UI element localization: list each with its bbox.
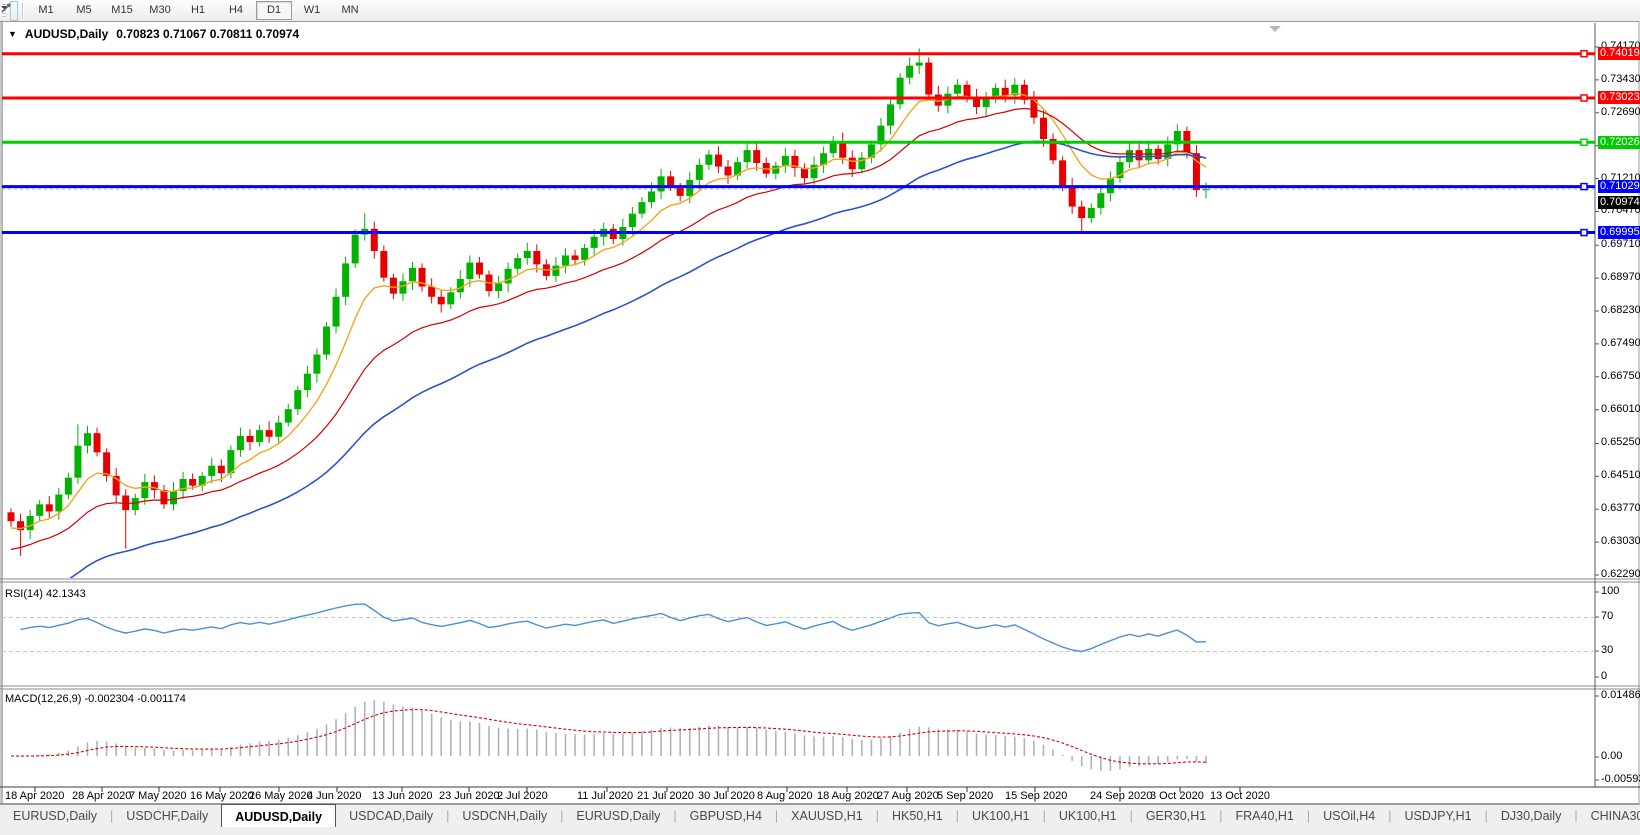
tab-HK50-H1[interactable]: HK50,H1 [879, 805, 956, 826]
rsi-axis-label: 100 [1601, 585, 1620, 597]
y-axis-label: 0.63770 [1601, 502, 1640, 515]
x-axis-date-label: 23 Jun 2020 [439, 790, 500, 802]
collapse-arrow-icon[interactable]: ▼ [8, 29, 17, 39]
timeframe-button-MN[interactable]: MN [332, 1, 368, 20]
x-axis-date-label: 18 Aug 2020 [817, 790, 879, 802]
timeframe-button-M1[interactable]: M1 [28, 1, 64, 20]
x-axis-date-label: 26 May 2020 [249, 790, 313, 802]
y-axis-label: 0.62290 [1601, 567, 1640, 580]
rsi-axis-label: 0 [1601, 670, 1608, 682]
timeframe-button-M5[interactable]: M5 [66, 1, 102, 20]
x-axis-date-label: 24 Sep 2020 [1090, 790, 1153, 802]
tab-GBPUSD-H4[interactable]: GBPUSD,H4 [677, 805, 775, 826]
y-axis-label: 0.66010 [1601, 402, 1640, 415]
y-axis-label: 0.68970 [1601, 271, 1640, 284]
tab-AUDUSD-Daily[interactable]: AUDUSD,Daily [221, 804, 337, 827]
y-axis-label: 0.64510 [1601, 469, 1640, 482]
tab-USDCHF-Daily[interactable]: USDCHF,Daily [113, 805, 221, 826]
x-axis-date-label: 18 Apr 2020 [5, 790, 65, 802]
chevron-down-icon [1, 6, 7, 9]
tab-UK100-H1[interactable]: UK100,H1 [1046, 805, 1130, 826]
price-line-label: 0.73023 [1598, 91, 1640, 105]
x-axis-date-label: 3 Oct 2020 [1150, 790, 1204, 802]
tab-UK100-H1[interactable]: UK100,H1 [959, 805, 1043, 826]
x-axis-date-label: 28 Apr 2020 [72, 790, 132, 802]
x-axis-date-label: 13 Jun 2020 [372, 790, 433, 802]
y-axis-label: 0.69710 [1601, 238, 1640, 251]
macd-axis-label: -0.005938 [1601, 773, 1640, 785]
macd-axis-label: 0.00 [1601, 750, 1623, 762]
y-axis-label: 0.67490 [1601, 336, 1640, 349]
y-axis-label: 0.73430 [1601, 72, 1640, 85]
current-price-label: 0.70974 [1598, 196, 1640, 210]
x-axis-date-label: 15 Sep 2020 [1005, 790, 1068, 802]
y-axis-label: 0.63030 [1601, 535, 1640, 548]
price-line-label: 0.74019 [1598, 47, 1640, 61]
timeframe-button-H1[interactable]: H1 [180, 1, 216, 20]
rsi-axis-label: 70 [1601, 610, 1614, 622]
tab-USDCAD-Daily[interactable]: USDCAD,Daily [336, 805, 446, 826]
price-line-label: 0.69995 [1598, 226, 1640, 240]
tab-EURUSD-Daily[interactable]: EURUSD,Daily [563, 805, 673, 826]
tab-XAUUSD-H1[interactable]: XAUUSD,H1 [778, 805, 876, 826]
x-axis-date-label: 27 Aug 2020 [877, 790, 939, 802]
macd-indicator-label: MACD(12,26,9) -0.002304 -0.001174 [5, 693, 186, 705]
tab-DJ30-Daily[interactable]: DJ30,Daily [1488, 805, 1574, 826]
x-axis-date-label: 4 Jun 2020 [307, 790, 362, 802]
x-axis-date-label: 2 Jul 2020 [497, 790, 548, 802]
toolbar-separator [22, 3, 23, 18]
tab-CHINA300-H1[interactable]: CHINA300,H1 [1578, 805, 1640, 826]
chart-window[interactable]: ▼ AUDUSD,Daily 0.70823 0.71067 0.70811 0… [0, 21, 1640, 804]
tab-FRA40-H1[interactable]: FRA40,H1 [1223, 805, 1307, 826]
x-axis-date-label: 13 Oct 2020 [1210, 790, 1270, 802]
chart-title-ohlc: 0.70823 0.71067 0.70811 0.70974 [116, 27, 300, 41]
symbol-tab-bar: EURUSD,Daily | USDCHF,Daily AUDUSD,Daily USD… [0, 804, 1640, 835]
x-axis-date-label: 21 Jul 2020 [637, 790, 694, 802]
macd-axis-label: 0.014861 [1601, 689, 1640, 701]
y-axis-label: 0.66750 [1601, 369, 1640, 382]
timeframe-button-M30[interactable]: M30 [142, 1, 178, 20]
x-axis-date-label: 11 Jul 2020 [577, 790, 634, 802]
x-axis-date-label: 16 May 2020 [190, 790, 254, 802]
tab-USOil-H4[interactable]: USOil,H4 [1310, 805, 1388, 826]
x-axis-date-label: 5 Sep 2020 [937, 790, 994, 802]
y-axis-label: 0.65250 [1601, 436, 1640, 449]
x-axis-date-label: 8 Aug 2020 [757, 790, 813, 802]
price-line-label: 0.72026 [1598, 135, 1640, 149]
price-chart-canvas[interactable] [0, 21, 1640, 804]
y-axis-label: 0.72690 [1601, 105, 1640, 118]
tab-EURUSD-Daily[interactable]: EURUSD,Daily [0, 805, 110, 826]
y-axis-label: 0.68230 [1601, 303, 1640, 316]
x-axis-date-label: 30 Jul 2020 [698, 790, 755, 802]
mt4-window: { "toolbar": { "timeframes": ["M1","M5",… [0, 0, 1640, 835]
chart-cursor-tool-button[interactable] [1, 0, 18, 21]
timeframe-button-H4[interactable]: H4 [218, 1, 254, 20]
chart-title: ▼ AUDUSD,Daily 0.70823 0.71067 0.70811 0… [8, 27, 299, 41]
rsi-axis-label: 30 [1601, 644, 1614, 656]
x-axis-date-label: 7 May 2020 [129, 790, 187, 802]
price-line-label: 0.71029 [1598, 180, 1640, 194]
tab-USDJPY-H1[interactable]: USDJPY,H1 [1391, 805, 1484, 826]
tab-USDCNH-Daily[interactable]: USDCNH,Daily [449, 805, 560, 826]
timeframe-button-M15[interactable]: M15 [104, 1, 140, 20]
chart-title-symbol: AUDUSD,Daily [24, 27, 109, 41]
timeframe-toolbar: M1 M5 M15 M30 H1 H4 D1 W1 MN [0, 0, 1640, 22]
tab-GER30-H1[interactable]: GER30,H1 [1133, 805, 1219, 826]
timeframe-button-W1[interactable]: W1 [294, 1, 330, 20]
rsi-indicator-label: RSI(14) 42.1343 [5, 588, 86, 600]
timeframe-buttons: M1 M5 M15 M30 H1 H4 D1 W1 MN [27, 1, 369, 20]
timeframe-button-D1[interactable]: D1 [256, 1, 292, 20]
